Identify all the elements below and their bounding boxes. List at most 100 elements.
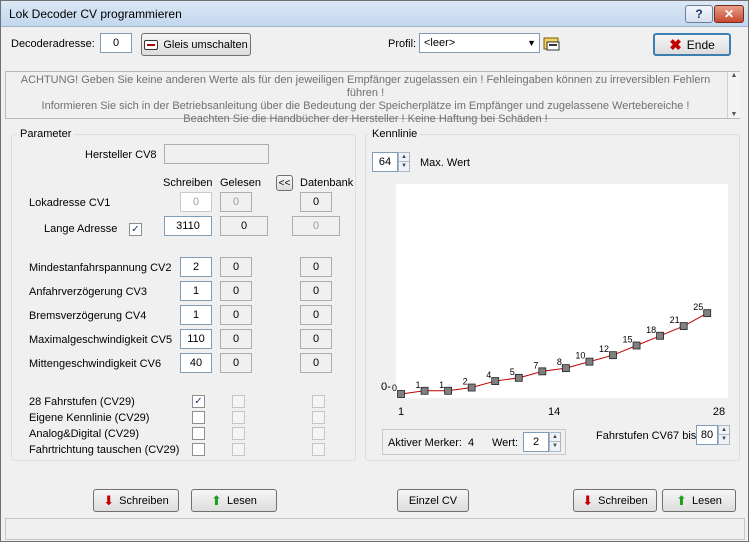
marker-value-label: Wert:: [492, 437, 519, 449]
curve-marker-8: [561, 364, 570, 373]
cv4-write[interactable]: 1: [180, 305, 212, 325]
decoder-address-input[interactable]: 0: [100, 33, 132, 53]
spin-down-icon[interactable]: ▼: [719, 435, 729, 444]
curve-marker-10: [609, 351, 617, 360]
read-right-label: Lesen: [691, 494, 722, 507]
curve-value-label-11: 15: [623, 334, 633, 344]
red-train-icon: ⬇: [103, 492, 115, 508]
speed-curve-chart[interactable]: 0- 1 14 28 0 1 1 2 4 5 7 8 10 12 15 18 21 25: [371, 179, 736, 419]
cv29-analog-write-checkbox[interactable]: [192, 427, 205, 440]
single-cv-button[interactable]: Einzel CV: [397, 489, 469, 512]
curve-marker-14: [703, 309, 712, 318]
title-bar[interactable]: Lok Decoder CV programmieren ? ✕: [1, 1, 748, 27]
cv2-read: 0: [220, 257, 252, 277]
scroll-up-icon[interactable]: ▲: [728, 72, 740, 79]
help-button[interactable]: ?: [685, 5, 713, 23]
x-tick-label-1: 14: [548, 406, 560, 418]
write-right-label: Schreiben: [598, 494, 648, 507]
cv3-write[interactable]: 1: [180, 281, 212, 301]
main-window: Lok Decoder CV programmieren ? ✕ Decoder…: [0, 0, 749, 542]
curve-marker-7: [538, 367, 547, 376]
cv29-analog-db-checkbox: [312, 427, 325, 440]
switch-track-button[interactable]: Gleis umschalten: [141, 33, 251, 56]
cv29-28steps-read-checkbox: [232, 395, 245, 408]
long-address-write[interactable]: 3110: [164, 216, 212, 236]
cv5-write[interactable]: 110: [180, 329, 212, 349]
close-window-button[interactable]: ✕: [714, 5, 744, 23]
profile-label: Profil:: [388, 38, 417, 50]
cv5-label: Maximalgeschwindigkeit CV5: [29, 334, 173, 346]
warning-scrollbar[interactable]: ▲ ▼: [727, 72, 740, 118]
read-right-button[interactable]: ⬆ Lesen: [662, 489, 736, 512]
max-value-spinner[interactable]: ▲ ▼: [398, 152, 410, 172]
switch-track-label: Gleis umschalten: [163, 38, 248, 51]
x-tick-label-0: 1: [398, 406, 404, 418]
speed-steps-spinner[interactable]: ▲ ▼: [718, 425, 730, 445]
curve-value-label-6: 5: [510, 367, 515, 377]
end-label: Ende: [686, 37, 715, 52]
cv29-curve-db-checkbox: [312, 411, 325, 424]
cv29-curve-write-checkbox[interactable]: [192, 411, 205, 424]
window-title: Lok Decoder CV programmieren: [9, 7, 182, 21]
cv29-analog-label: Analog&Digital (CV29): [29, 428, 140, 440]
end-button[interactable]: ✖ Ende: [653, 33, 731, 56]
red-train-icon: ⬇: [582, 492, 594, 508]
cv3-read: 0: [220, 281, 252, 301]
spin-up-icon[interactable]: ▲: [399, 153, 409, 162]
loco-address-write[interactable]: 0: [180, 192, 212, 212]
green-train-icon: ⬆: [211, 492, 222, 508]
spin-down-icon[interactable]: ▼: [399, 162, 409, 171]
warning-line-1: ACHTUNG! Geben Sie keine anderen Werte a…: [20, 74, 711, 99]
long-address-checkbox[interactable]: ✓: [129, 223, 142, 236]
speed-steps-input[interactable]: 80: [696, 425, 718, 445]
column-header-database: Datenbank: [300, 177, 354, 189]
marker-value-spinner[interactable]: ▲ ▼: [549, 432, 561, 452]
cv4-read: 0: [220, 305, 252, 325]
profile-select[interactable]: <leer> ▼: [419, 33, 540, 53]
cv6-write[interactable]: 40: [180, 353, 212, 373]
decoder-address-label: Decoderadresse:: [11, 38, 95, 50]
parameter-group-title: Parameter: [17, 128, 75, 140]
curve-value-label-2: 1: [416, 380, 421, 390]
curve-marker-2: [420, 386, 429, 395]
curve-value-label-5: 4: [486, 370, 491, 380]
manufacturer-label: Hersteller CV8: [85, 149, 157, 161]
curve-value-label-3: 1: [439, 380, 444, 390]
cv29-curve-read-checkbox: [232, 411, 245, 424]
marker-value-input[interactable]: 2: [523, 432, 549, 452]
read-left-button[interactable]: ⬆ Lesen: [191, 489, 277, 512]
cv5-read: 0: [220, 329, 252, 349]
curve-marker-3: [444, 386, 453, 395]
spin-down-icon[interactable]: ▼: [550, 442, 560, 451]
spin-up-icon[interactable]: ▲: [719, 426, 729, 435]
write-right-button[interactable]: ⬇ Schreiben: [573, 489, 657, 512]
copy-to-write-button[interactable]: <<: [276, 175, 293, 191]
max-value-input[interactable]: 64: [372, 152, 398, 172]
long-address-read: 0: [220, 216, 268, 236]
curve-value-label-13: 21: [670, 315, 680, 325]
warning-text-area[interactable]: ACHTUNG! Geben Sie keine anderen Werte a…: [5, 71, 740, 125]
cv2-write[interactable]: 2: [180, 257, 212, 277]
x-tick-label-2: 28: [713, 406, 725, 418]
curve-value-label-12: 18: [646, 325, 656, 335]
spin-up-icon[interactable]: ▲: [550, 433, 560, 442]
curve-marker-5: [491, 377, 500, 385]
cv4-label: Bremsverzögerung CV4: [29, 310, 147, 322]
warning-line-3: Beachten Sie die Handbücher der Herstell…: [183, 113, 548, 125]
manufacturer-field: [164, 144, 269, 164]
cv29-28steps-write-checkbox[interactable]: ✓: [192, 395, 205, 408]
curve-group-title: Kennlinie: [369, 128, 421, 140]
green-train-icon: ⬆: [676, 492, 687, 508]
cv29-direction-read-checkbox: [232, 443, 245, 456]
track-icon: [144, 39, 159, 50]
cv2-db: 0: [300, 257, 332, 277]
write-left-button[interactable]: ⬇ Schreiben: [93, 489, 179, 512]
column-header-write: Schreiben: [163, 177, 213, 189]
profile-folder-icon[interactable]: [543, 33, 561, 53]
cv29-direction-write-checkbox[interactable]: [192, 443, 205, 456]
loco-address-read: 0: [220, 192, 252, 212]
scroll-down-icon[interactable]: ▼: [728, 111, 740, 118]
cv29-28steps-db-checkbox: [312, 395, 325, 408]
long-address-db: 0: [292, 216, 340, 236]
cv2-label: Mindestanfahrspannung CV2: [29, 262, 172, 274]
